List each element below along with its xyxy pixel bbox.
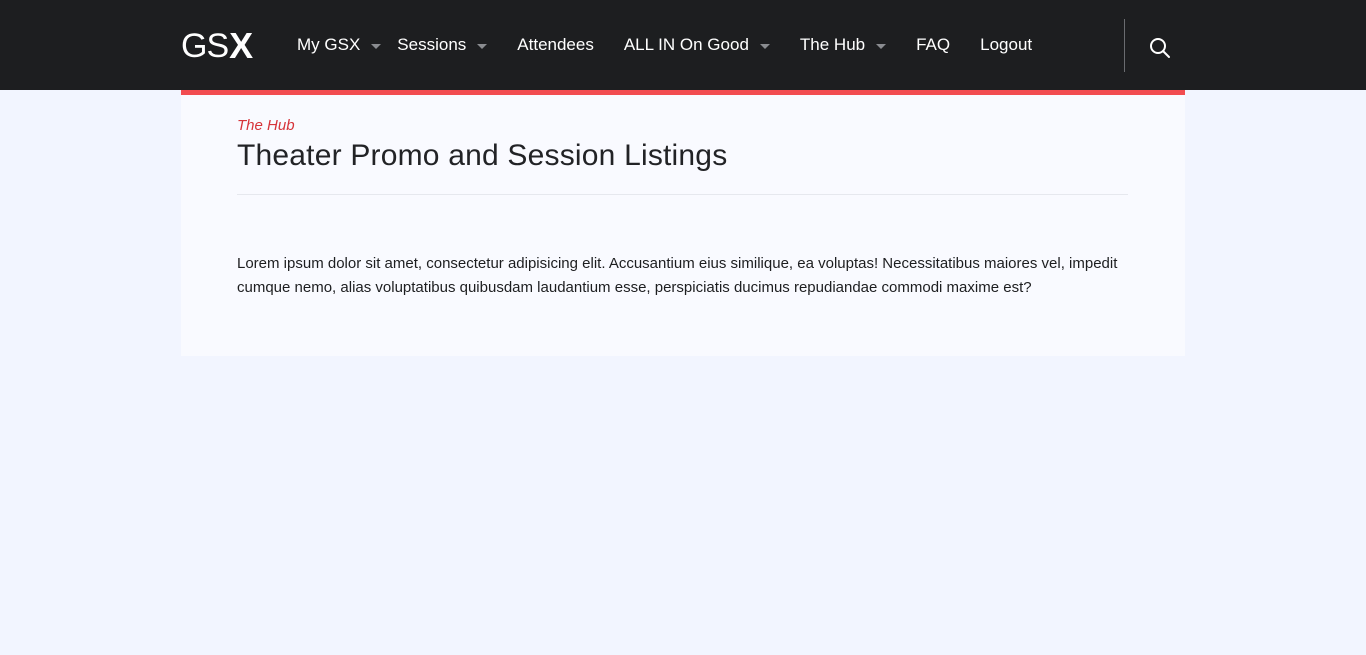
title-divider	[237, 194, 1128, 195]
nav-item-label: Sessions	[397, 35, 467, 54]
nav-item-the-hub[interactable]: The Hub	[799, 0, 887, 90]
nav-item-sessions[interactable]: Sessions	[397, 0, 488, 90]
chevron-down-icon	[759, 43, 770, 49]
nav-item-label: FAQ	[916, 35, 951, 54]
page-title: Theater Promo and Session Listings	[237, 139, 728, 172]
main-nav: My GSX Sessions Attendees ALL IN On Good…	[297, 0, 1032, 90]
chevron-down-icon	[371, 43, 382, 49]
logo-accent: X	[229, 25, 254, 66]
nav-item-label: ALL IN On Good	[623, 35, 749, 54]
nav-item-label: Attendees	[517, 35, 594, 54]
nav-item-my-gsx[interactable]: My GSX	[297, 0, 382, 90]
nav-item-attendees[interactable]: Attendees	[517, 0, 594, 90]
search-icon	[1150, 38, 1170, 58]
nav-item-all-in-on-good[interactable]: ALL IN On Good	[624, 0, 770, 90]
nav-item-logout[interactable]: Logout	[980, 0, 1032, 90]
body-text: Lorem ipsum dolor sit amet, consectetur …	[237, 255, 1118, 296]
nav-item-label: The Hub	[799, 35, 866, 54]
search-button[interactable]	[1148, 36, 1172, 60]
breadcrumb[interactable]: The Hub	[237, 117, 295, 134]
gsx-logo[interactable]: GS X	[181, 25, 254, 66]
nav-item-label: Logout	[980, 35, 1033, 54]
nav-item-label: My GSX	[297, 35, 361, 54]
nav-item-faq[interactable]: FAQ	[916, 0, 950, 90]
nav-divider	[1124, 19, 1125, 72]
chevron-down-icon	[876, 43, 887, 49]
content-card: The Hub Theater Promo and Session Listin…	[181, 90, 1185, 356]
chevron-down-icon	[477, 43, 488, 49]
top-navigation-bar: GS X My GSX Sessions Attendees ALL IN On …	[0, 0, 1366, 90]
logo-text: GS	[181, 27, 229, 65]
